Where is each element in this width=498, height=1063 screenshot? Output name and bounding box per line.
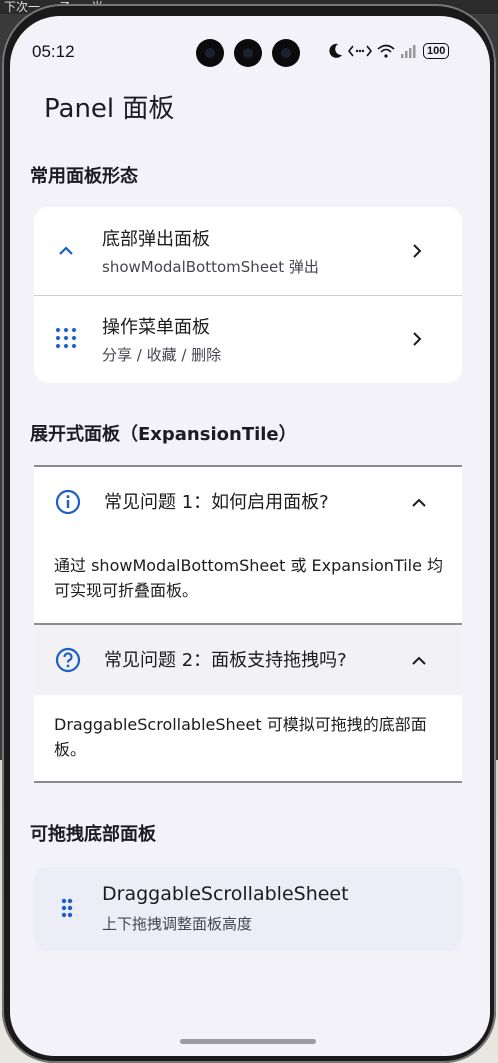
- apps-grid-icon: [56, 328, 76, 348]
- signal-icon: [401, 45, 416, 58]
- expansion-tile-content: 通过 showModalBottomSheet 或 ExpansionTile …: [54, 556, 444, 600]
- data-arrows-icon: [348, 45, 372, 57]
- moon-icon: [329, 43, 342, 58]
- list-item-title: 底部弹出面板: [102, 229, 210, 250]
- home-indicator[interactable]: [180, 1039, 316, 1044]
- list-item-subtitle: showModalBottomSheet 弹出: [102, 258, 319, 276]
- section-title-expansion: 展开式面板（ExpansionTile）: [30, 424, 297, 445]
- help-icon: [55, 647, 81, 673]
- section-title-draggable: 可拖拽底部面板: [30, 824, 156, 845]
- expansion-tile-header[interactable]: 常见问题 2：面板支持拖拽吗?: [34, 625, 462, 695]
- status-icons: 100: [328, 40, 450, 62]
- phone-screen: 05:12 100 Panel 面板 常用面板形态 底部弹出面板 showMod…: [10, 16, 490, 1056]
- list-item-subtitle: 上下拖拽调整面板高度: [102, 915, 253, 933]
- divider: [34, 781, 462, 783]
- list-item-title: 操作菜单面板: [102, 317, 210, 338]
- list-item-bottom-sheet[interactable]: 底部弹出面板 showModalBottomSheet 弹出: [34, 207, 462, 295]
- info-icon: [55, 489, 81, 515]
- chevron-up-icon: [412, 656, 426, 665]
- expansion-tile-2: 常见问题 2：面板支持拖拽吗? DraggableScrollableSheet…: [34, 625, 462, 781]
- camera-icon: [272, 39, 300, 67]
- list-item-title: DraggableScrollableSheet: [102, 883, 349, 905]
- wifi-icon: [377, 44, 395, 58]
- camera-icon: [196, 39, 224, 67]
- chevron-up-icon: [59, 246, 73, 255]
- chevron-right-icon: [413, 332, 422, 346]
- status-time: 05:12: [32, 42, 75, 61]
- common-panels-card: 底部弹出面板 showModalBottomSheet 弹出 操作菜单面板 分享…: [34, 207, 462, 383]
- status-bar: 05:12 100: [10, 16, 490, 76]
- draggable-sheet-card[interactable]: DraggableScrollableSheet 上下拖拽调整面板高度: [34, 867, 462, 951]
- chevron-up-icon: [412, 498, 426, 507]
- expansion-tile-header[interactable]: 常见问题 1：如何启用面板?: [34, 467, 462, 537]
- section-title-common-panels: 常用面板形态: [30, 166, 138, 187]
- expansion-tile-title: 常见问题 1：如何启用面板?: [104, 492, 329, 513]
- battery-icon: 100: [423, 43, 450, 59]
- page-title: Panel 面板: [44, 94, 175, 124]
- camera-icon: [234, 39, 262, 67]
- expansion-tile-content: DraggableScrollableSheet 可模拟可拖拽的底部面板。: [54, 715, 427, 759]
- phone-frame: 05:12 100 Panel 面板 常用面板形态 底部弹出面板 showMod…: [2, 4, 496, 1063]
- chevron-right-icon: [413, 244, 422, 258]
- list-item-action-menu[interactable]: 操作菜单面板 分享 / 收藏 / 删除: [34, 295, 462, 383]
- expansion-tile-1: 常见问题 1：如何启用面板? 通过 showModalBottomSheet 或…: [34, 467, 462, 623]
- expansion-tile-title: 常见问题 2：面板支持拖拽吗?: [104, 650, 347, 671]
- drag-handle-icon: [61, 898, 73, 918]
- list-item-subtitle: 分享 / 收藏 / 删除: [102, 346, 222, 364]
